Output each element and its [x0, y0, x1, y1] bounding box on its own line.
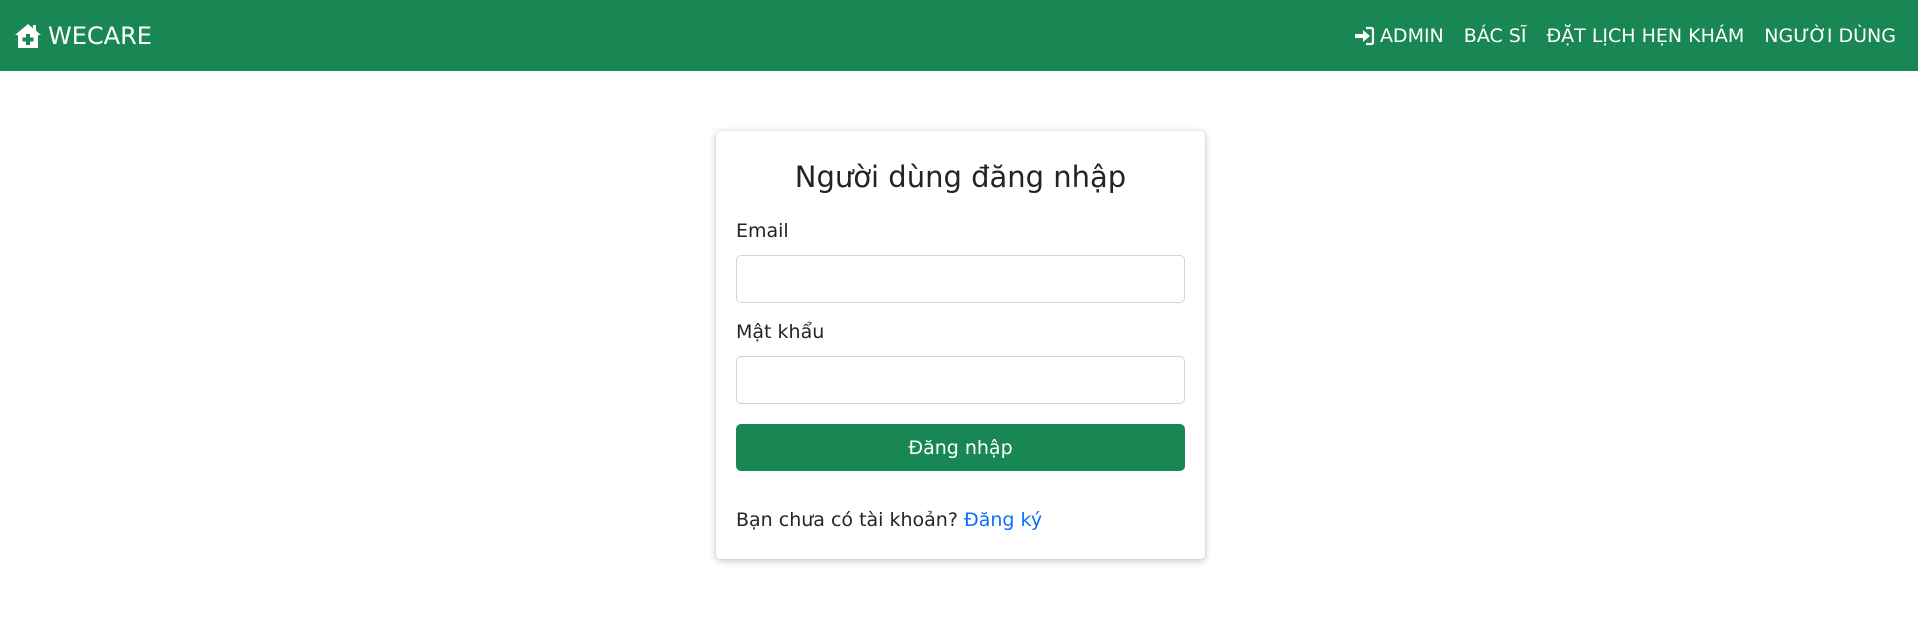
nav-link-admin-label: ADMIN [1379, 24, 1444, 47]
register-prompt: Bạn chưa có tài khoản? [736, 509, 958, 531]
nav-link-doctors[interactable]: BÁC SĨ [1464, 25, 1527, 47]
brand-logo-link[interactable]: WECARE [14, 22, 152, 50]
password-label: Mật khẩu [736, 321, 825, 343]
register-link[interactable]: Đăng ký [964, 509, 1042, 531]
nav-link-doctors-label: BÁC SĨ [1463, 24, 1527, 47]
nav-link-book-appointment-label: ĐẶT LỊCH HẸN KHÁM [1546, 24, 1745, 47]
house-medical-icon [14, 22, 42, 50]
sign-in-icon [1353, 25, 1375, 47]
password-input[interactable] [736, 356, 1185, 404]
register-prompt-line: Bạn chưa có tài khoản? Đăng ký [736, 507, 1185, 533]
email-label: Email [736, 220, 789, 242]
login-card: Người dùng đăng nhập Email Mật khẩu Đăng… [716, 131, 1205, 559]
nav-link-users[interactable]: NGƯỜI DÙNG [1764, 25, 1896, 47]
login-title: Người dùng đăng nhập [794, 160, 1127, 194]
nav-link-book-appointment[interactable]: ĐẶT LỊCH HẸN KHÁM [1546, 25, 1744, 47]
login-button[interactable]: Đăng nhập [736, 424, 1185, 471]
email-input[interactable] [736, 255, 1185, 303]
brand-label: WECARE [48, 21, 152, 50]
nav-link-admin[interactable]: ADMIN [1353, 25, 1444, 47]
nav-link-users-label: NGƯỜI DÙNG [1764, 24, 1896, 47]
nav-links: ADMIN BÁC SĨ ĐẶT LỊCH HẸN KHÁM NGƯỜI DÙN… [1353, 25, 1896, 47]
top-navbar: WECARE ADMIN BÁC SĨ ĐẶT LỊCH HẸN KHÁM NG… [0, 0, 1918, 71]
